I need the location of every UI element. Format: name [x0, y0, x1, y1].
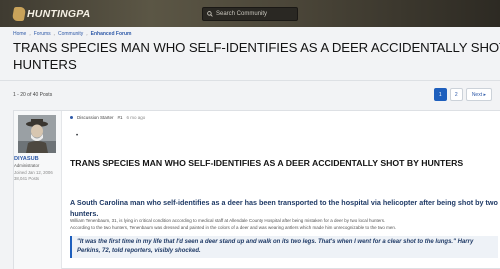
- breadcrumb-enhanced-forum[interactable]: Enhanced Forum: [91, 31, 132, 37]
- post-quote: "It was the first time in my life that I…: [70, 236, 498, 258]
- divider: [0, 80, 500, 81]
- avatar[interactable]: [18, 115, 56, 153]
- starter-badge: Discussion Starter: [77, 115, 114, 120]
- page-1-button[interactable]: 1: [433, 88, 447, 101]
- site-header: HUNTINGPA Search Community: [0, 0, 500, 27]
- post-meta: Discussion Starter #1 6 mo ago: [70, 115, 145, 120]
- search-placeholder: Search Community: [216, 11, 268, 17]
- logo-text: HUNTINGPA: [27, 8, 91, 20]
- author-name[interactable]: DIYASUB: [14, 156, 39, 162]
- search-icon: [207, 11, 213, 17]
- user-pane: DIYASUB Administrator Joined Jan 12, 200…: [14, 111, 62, 269]
- site-logo[interactable]: HUNTINGPA: [11, 6, 91, 22]
- breadcrumb-community[interactable]: Community: [58, 31, 83, 37]
- page-2-button[interactable]: 2: [449, 88, 463, 101]
- breadcrumb: Home › Forums › Community › Enhanced For…: [13, 31, 131, 37]
- chevron-right-icon: ›: [86, 31, 88, 37]
- pagination: 1 2 Next ▸: [433, 88, 492, 101]
- breadcrumb-forums[interactable]: Forums: [34, 31, 51, 37]
- search-input[interactable]: Search Community: [202, 7, 298, 21]
- post-range: 1 - 20 of 40 Posts: [13, 92, 53, 98]
- join-date: Joined Jan 12, 2006: [14, 170, 53, 175]
- post-count: 38,041 Posts: [14, 175, 40, 181]
- post-time: 6 mo ago: [126, 115, 146, 120]
- post-lead: A South Carolina man who self-identifies…: [70, 198, 498, 218]
- chevron-right-icon: ›: [29, 31, 31, 37]
- next-page-button[interactable]: Next ▸: [465, 88, 492, 101]
- post-paragraph-2: According to the two hunters, Tenenbaum …: [70, 225, 397, 230]
- page-title: TRANS SPECIES MAN WHO SELF-IDENTIFIES AS…: [13, 40, 500, 55]
- post-number[interactable]: #1: [118, 115, 123, 120]
- post-heading: TRANS SPECIES MAN WHO SELF-IDENTIFIES AS…: [70, 158, 464, 168]
- bullet-point: •: [76, 133, 79, 139]
- chevron-right-icon: ›: [53, 31, 55, 37]
- page-title-line2: HUNTERS: [13, 57, 77, 72]
- post: DIYASUB Administrator Joined Jan 12, 200…: [13, 110, 500, 269]
- post-paragraph-1: William Tenenbaum, 31, is lying in criti…: [70, 218, 386, 223]
- author-join-info: Joined Jan 12, 2006 38,041 Posts: [14, 170, 53, 181]
- logo-mark-icon: [11, 7, 27, 21]
- author-role: Administrator: [14, 163, 40, 168]
- starter-badge-icon: [70, 116, 73, 119]
- breadcrumb-home[interactable]: Home: [13, 31, 26, 37]
- avatar-image: [18, 115, 56, 153]
